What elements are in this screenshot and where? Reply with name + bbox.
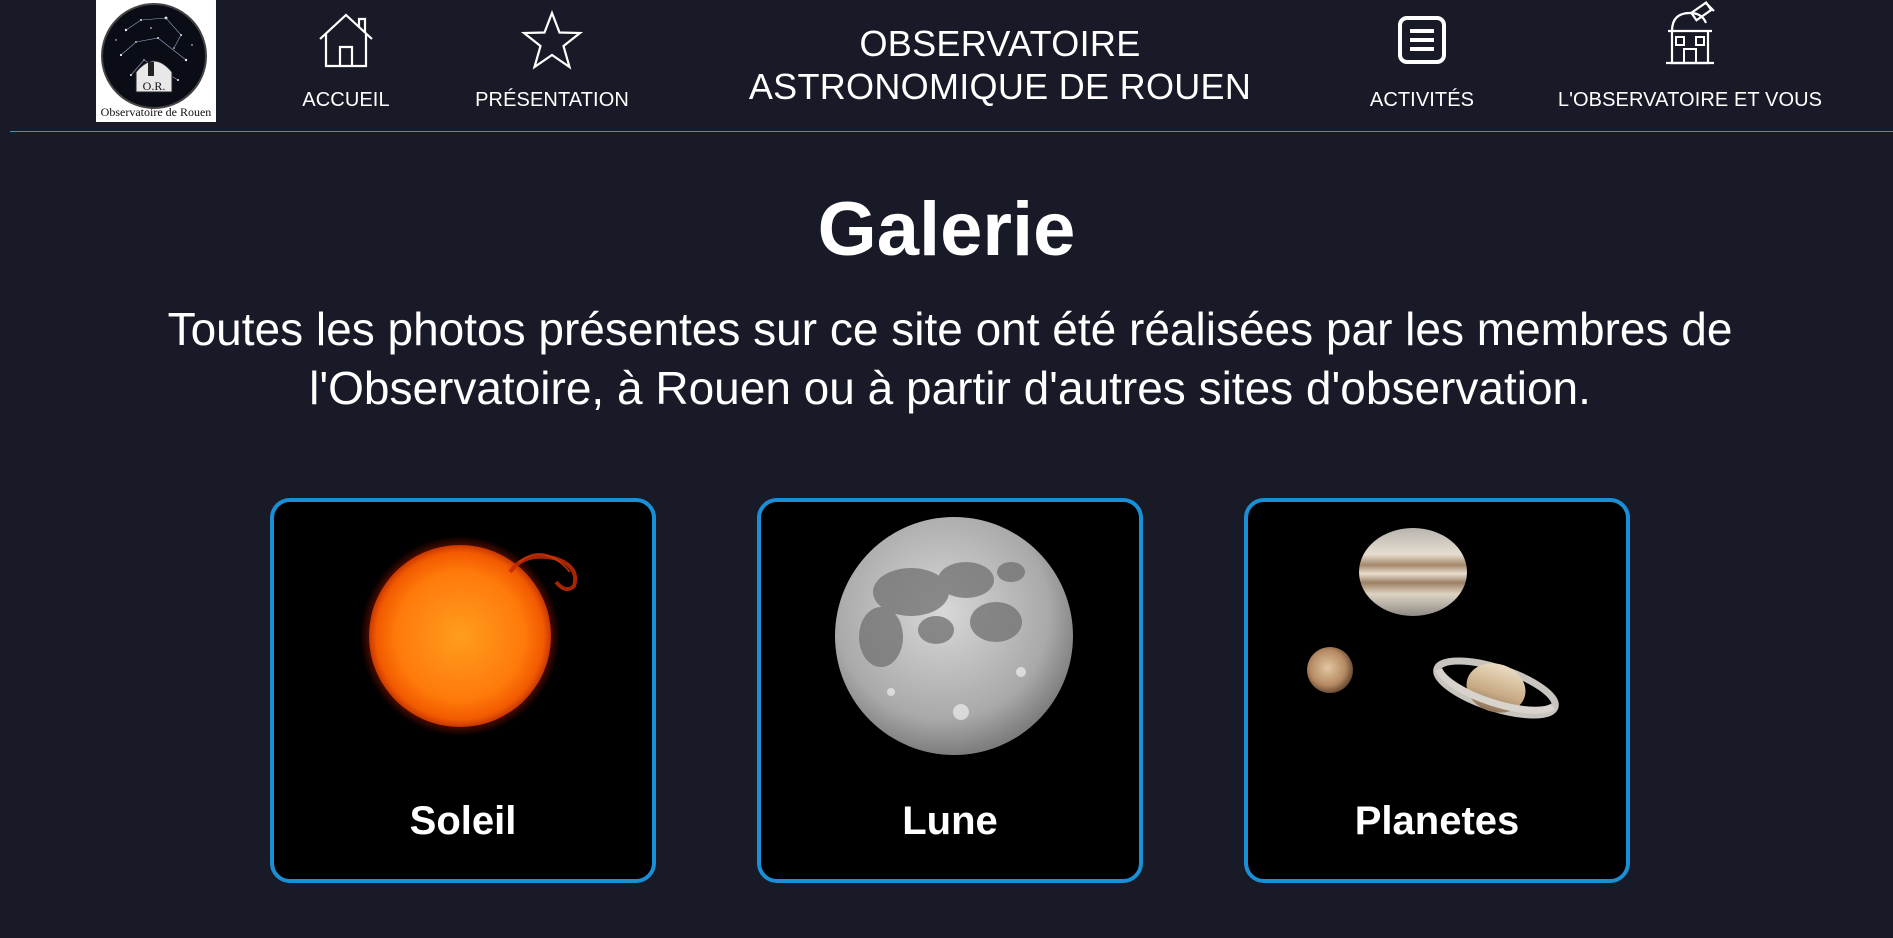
site-title-line1: OBSERVATOIRE	[859, 23, 1141, 64]
nav-activites[interactable]: ACTIVITÉS	[1369, 0, 1475, 122]
planets-photo	[1307, 528, 1559, 719]
nav-label-activites: ACTIVITÉS	[1369, 89, 1475, 111]
site-title[interactable]: OBSERVATOIRE ASTRONOMIQUE DE ROUEN	[720, 22, 1280, 108]
logo-caption: Observatoire de Rouen	[100, 105, 212, 119]
nav-observatoire-et-vous[interactable]: L'OBSERVATOIRE ET VOUS	[1558, 0, 1822, 122]
site-header: O.R. Observatoire de Rouen ACCUEIL PRÉSE…	[0, 0, 1893, 133]
gallery-card-lune[interactable]: Lune	[757, 498, 1143, 883]
moon-photo	[835, 517, 1073, 755]
nav-presentation[interactable]: PRÉSENTATION	[475, 0, 629, 122]
star-icon	[520, 10, 584, 70]
logo-emblem-icon: O.R.	[101, 3, 207, 109]
card-label-planetes: Planetes	[1354, 799, 1520, 843]
nav-accueil[interactable]: ACCUEIL	[296, 0, 396, 122]
home-icon	[316, 10, 376, 70]
sun-photo	[360, 536, 577, 736]
page-title: Galerie	[817, 187, 1076, 272]
site-title-line2: ASTRONOMIQUE DE ROUEN	[748, 66, 1252, 107]
gallery-intro-text: Toutes les photos présentes sur ce site …	[167, 303, 1733, 414]
card-label-lune: Lune	[902, 799, 998, 843]
observatory-icon	[1660, 1, 1720, 65]
header-divider	[10, 131, 1893, 132]
logo-monogram: O.R.	[143, 79, 166, 93]
nav-label-accueil: ACCUEIL	[302, 89, 390, 111]
gallery-card-planetes[interactable]: Planetes	[1244, 498, 1630, 883]
nav-label-observatoire-et-vous: L'OBSERVATOIRE ET VOUS	[1557, 89, 1823, 111]
card-label-soleil: Soleil	[409, 799, 517, 843]
nav-label-presentation: PRÉSENTATION	[475, 89, 629, 111]
gallery-card-soleil[interactable]: Soleil	[270, 498, 656, 883]
observatory-logo[interactable]: O.R. Observatoire de Rouen	[96, 0, 216, 122]
list-icon	[1397, 10, 1447, 70]
